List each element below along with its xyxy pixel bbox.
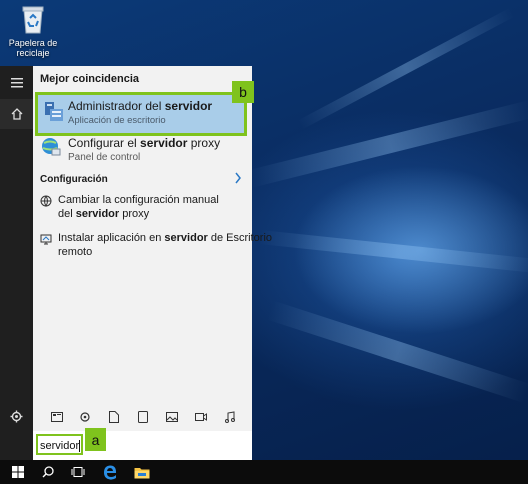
- recycle-bin-icon: [19, 4, 47, 34]
- result-subtitle: Aplicación de escritorio: [68, 115, 166, 126]
- search-input[interactable]: servidor: [36, 434, 83, 455]
- settings-icon[interactable]: [77, 409, 93, 425]
- search-box[interactable]: servidor a: [33, 428, 252, 460]
- settings-item-line2: del servidor proxy: [58, 208, 149, 220]
- file-explorer-icon[interactable]: [127, 460, 157, 484]
- search-icon[interactable]: [33, 460, 63, 484]
- server-manager-icon: [44, 101, 64, 126]
- title-plain: Configurar el: [68, 136, 141, 150]
- result-title-plain: Administrador del: [68, 99, 165, 113]
- edge-icon[interactable]: [95, 460, 125, 484]
- taskbar: [0, 460, 528, 484]
- annotation-badge-a: a: [85, 428, 106, 451]
- result-server-manager[interactable]: Administrador del servidor Aplicación de…: [35, 92, 247, 136]
- search-results-panel: Mejor coincidencia Administrador del ser…: [33, 66, 272, 460]
- remote-desktop-icon: [40, 233, 52, 248]
- globe-network-icon: [40, 136, 62, 161]
- line1-plain: Instalar aplicación en: [58, 232, 165, 244]
- task-view-icon[interactable]: [63, 460, 93, 484]
- photo-icon[interactable]: [164, 409, 180, 425]
- title-bold: servidor: [140, 136, 188, 150]
- settings-item-line2: remoto: [58, 246, 93, 258]
- recycle-bin-label-1: Papelera de: [8, 38, 58, 48]
- best-match-header: Mejor coincidencia: [40, 73, 140, 85]
- hamburger-icon[interactable]: [0, 68, 33, 98]
- result-title: Configurar el servidor proxy: [68, 136, 220, 150]
- result-title-bold: servidor: [164, 99, 213, 113]
- settings-item-line1: Instalar aplicación en servidor de Escri…: [58, 232, 272, 244]
- settings-header: Configuración: [40, 174, 108, 185]
- text-cursor: [79, 440, 81, 453]
- result-subtitle: Panel de control: [68, 152, 141, 163]
- apps-icon[interactable]: [49, 409, 65, 425]
- line2-tail: proxy: [119, 208, 150, 220]
- home-icon[interactable]: [0, 99, 33, 129]
- settings-item-remote-desktop[interactable]: Instalar aplicación en servidor de Escri…: [33, 232, 272, 262]
- chevron-right-icon[interactable]: [234, 172, 242, 187]
- windows-start-icon[interactable]: [3, 460, 33, 484]
- line1-bold: servidor: [164, 232, 208, 244]
- video-icon[interactable]: [193, 409, 209, 425]
- result-proxy-control-panel[interactable]: Configurar el servidor proxy Panel de co…: [33, 134, 252, 164]
- result-title: Administrador del servidor: [68, 99, 212, 113]
- search-filter-bar: [33, 406, 252, 428]
- music-icon[interactable]: [222, 409, 238, 425]
- annotation-badge-b: b: [232, 81, 254, 103]
- recycle-bin[interactable]: Papelera de reciclaje: [4, 4, 62, 58]
- start-rail: [0, 66, 33, 460]
- recycle-bin-label-2: reciclaje: [16, 48, 50, 58]
- search-input-value: servidor: [40, 440, 80, 452]
- title-tail: proxy: [187, 136, 221, 150]
- line2-plain: del: [58, 208, 76, 220]
- tablet-icon[interactable]: [135, 409, 151, 425]
- line2-bold: servidor: [75, 208, 120, 220]
- globe-icon: [40, 195, 52, 210]
- settings-item-proxy[interactable]: Cambiar la configuración manual del serv…: [33, 194, 252, 224]
- gear-icon[interactable]: [0, 401, 33, 431]
- line1-tail: de Escritorio: [207, 232, 273, 244]
- settings-item-line1: Cambiar la configuración manual: [58, 194, 219, 206]
- document-icon[interactable]: [106, 409, 122, 425]
